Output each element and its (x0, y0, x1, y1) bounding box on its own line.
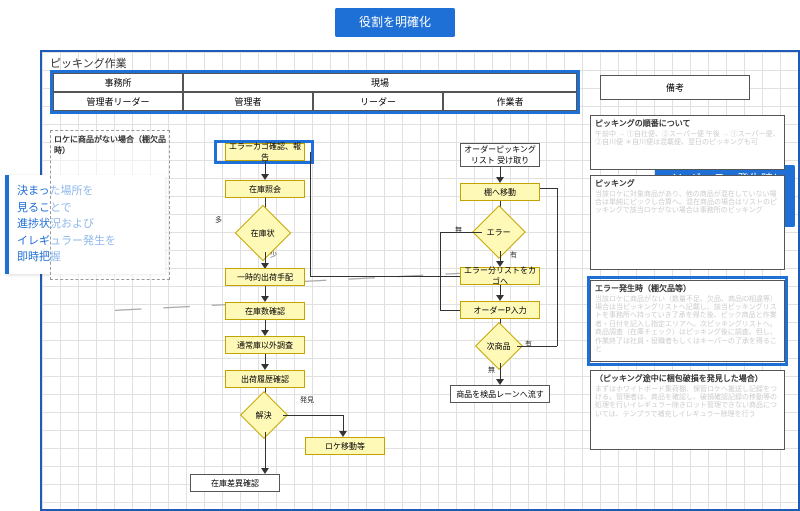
node-order-input: オーダーP入力 (460, 301, 540, 319)
dashed-section-title: ロケに商品がない場合（棚欠品時） (54, 135, 166, 155)
node-error-list: エラー分リストをカゴへ (460, 267, 540, 285)
sheet-title: ピッキング作業 (50, 55, 127, 71)
label-has2: 有 (525, 339, 532, 349)
label-none2: 無 (488, 365, 495, 375)
lane-manager: 管理者 (183, 92, 313, 111)
node-diff-check: 在庫差異確認 (190, 474, 280, 492)
swimlane-header: 事務所 現場 管理者リーダー 管理者 リーダー 作業者 (50, 70, 580, 114)
node-temp-ship: 一時的出荷手配 (225, 268, 305, 286)
remark-order: ピッキングの順番について 午前中 → ①自社便、②スーパー便 午後 → ①スーパ… (590, 115, 785, 170)
label-found: 発見 (300, 395, 314, 405)
lane-site: 現場 (183, 73, 577, 92)
node-loc-move: ロケ移動等 (305, 437, 385, 455)
label-none: 無 (455, 225, 462, 235)
lane-mgr-leader: 管理者リーダー (53, 92, 183, 111)
callout-top: 役割を明確化 (335, 8, 455, 37)
lane-worker: 作業者 (443, 92, 577, 111)
node-to-inspection: 商品を検品レーンへ流す (450, 385, 550, 403)
remark-error: エラー発生時（棚欠品等） 当該ロケに商品がない（数量不足、欠品、商品ID相違等）… (590, 280, 785, 362)
remarks-header: 備考 (600, 75, 750, 100)
label-many: 多 (215, 215, 222, 225)
lane-leader: リーダー (313, 92, 443, 111)
remark-damage: （ピッキング途中に梱包破損を発見した場合） まずはホワイトボード集荷棚、保管ロケ… (590, 370, 785, 450)
node-stock-check: 在庫数確認 (225, 302, 305, 320)
node-order-receive: オーダーピッキングリスト 受け取り (460, 143, 540, 167)
label-few: 少 (270, 250, 277, 260)
lane-office: 事務所 (53, 73, 183, 92)
node-other-survey: 通常庫以外調査 (225, 336, 305, 354)
node-inventory-query: 在庫照会 (225, 180, 305, 198)
node-error-confirm: エラーカゴ確認、報告 (225, 143, 305, 161)
label-has: 有 (510, 250, 517, 260)
remark-picking: ピッキング 当該ロケに対象商品があり、他の商品が混在していない場合は単純にピック… (590, 175, 785, 270)
node-ship-history: 出荷履歴確認 (225, 370, 305, 388)
node-goto-shelf: 棚へ移動 (460, 183, 540, 201)
dashed-section: ロケに商品がない場合（棚欠品時） (50, 130, 170, 280)
